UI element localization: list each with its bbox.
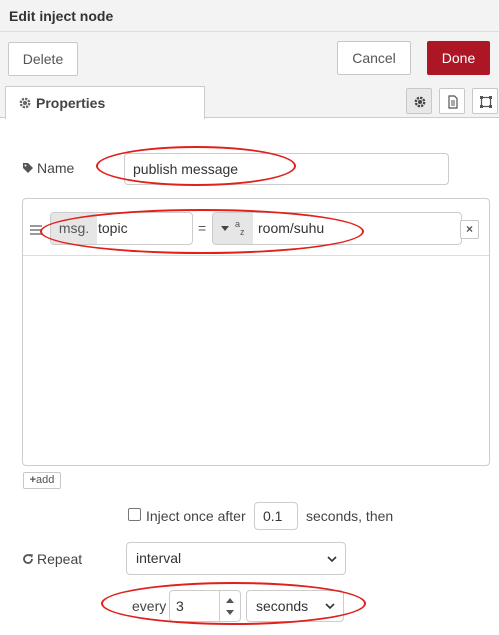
repeat-icon xyxy=(23,554,33,564)
tab-appearance-button[interactable] xyxy=(472,88,498,114)
tab-settings-button[interactable] xyxy=(406,88,432,114)
inject-once-delay-input[interactable]: 0.1 xyxy=(254,502,298,530)
done-button[interactable]: Done xyxy=(427,41,490,75)
repeat-label: Repeat xyxy=(22,551,82,567)
inject-once-suffix: seconds, then xyxy=(306,508,394,524)
tag-icon xyxy=(23,163,33,173)
interval-units-select[interactable]: seconds xyxy=(246,590,344,622)
tab-bar: Properties xyxy=(0,84,499,119)
chevron-down-icon xyxy=(325,603,335,609)
name-label: Name xyxy=(22,160,74,176)
string-type-icon: az xyxy=(235,219,245,237)
remove-property-button[interactable]: × xyxy=(460,220,479,239)
inject-once-checkbox[interactable] xyxy=(128,508,141,521)
chevron-down-icon xyxy=(327,555,337,562)
dialog-toolbar: Delete Cancel Done xyxy=(0,32,499,84)
tab-description-button[interactable] xyxy=(439,88,465,114)
caret-down-icon xyxy=(221,226,229,231)
every-label: every xyxy=(132,598,167,614)
equals-sign: = xyxy=(198,220,207,236)
name-label-text: Name xyxy=(37,160,75,176)
property-value-text: room/suhu xyxy=(258,220,325,236)
interval-spinner[interactable] xyxy=(219,591,240,621)
tab-properties-label: Properties xyxy=(36,95,106,111)
spinner-up-icon[interactable] xyxy=(226,598,234,603)
drag-handle-icon[interactable] xyxy=(30,225,42,237)
tab-properties[interactable]: Properties xyxy=(5,86,205,119)
msg-prefix[interactable]: msg. xyxy=(51,213,97,244)
dialog-titlebar: Edit inject node xyxy=(0,0,499,32)
gear-icon xyxy=(19,97,31,109)
property-key-value: topic xyxy=(98,220,128,236)
value-type-selector[interactable]: az xyxy=(213,213,253,244)
add-property-button[interactable]: +add xyxy=(23,472,61,489)
property-list: msg. topic = az room/suhu × xyxy=(22,198,490,466)
property-value-input[interactable]: az room/suhu xyxy=(212,212,462,245)
inject-once-label: Inject once after xyxy=(146,508,246,524)
repeat-select[interactable]: interval xyxy=(126,542,346,575)
document-icon xyxy=(448,95,458,109)
name-input[interactable]: publish message xyxy=(124,153,449,185)
delete-button[interactable]: Delete xyxy=(8,42,78,76)
property-key-input[interactable]: msg. topic xyxy=(50,212,193,245)
repeat-label-text: Repeat xyxy=(37,551,83,567)
gear-icon xyxy=(414,96,426,108)
repeat-select-value: interval xyxy=(136,550,182,566)
spinner-down-icon[interactable] xyxy=(226,610,234,615)
frame-icon xyxy=(480,96,492,108)
units-select-value: seconds xyxy=(256,598,309,614)
dialog-title: Edit inject node xyxy=(9,8,114,24)
add-label: add xyxy=(36,474,55,486)
cancel-button[interactable]: Cancel xyxy=(337,41,411,75)
list-item: msg. topic = az room/suhu × xyxy=(23,199,489,256)
